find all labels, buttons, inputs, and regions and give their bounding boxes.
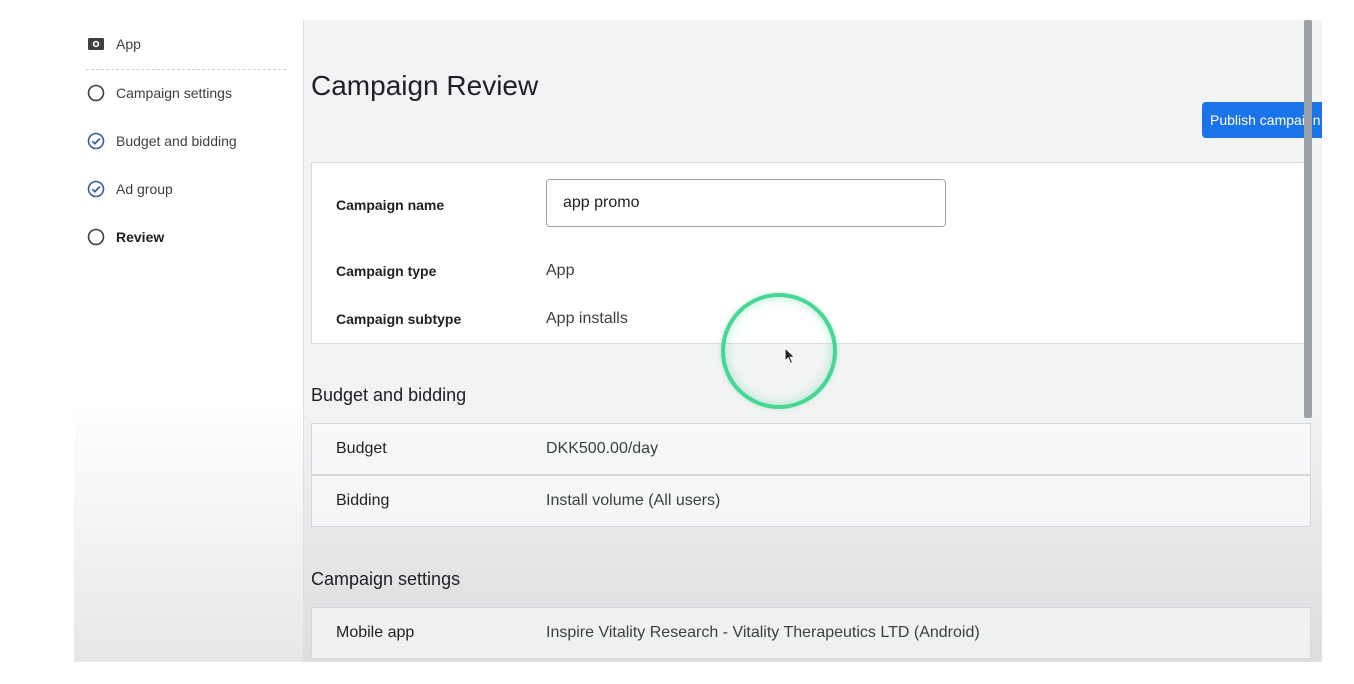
- sidebar-item-label: App: [116, 36, 141, 52]
- campaign-type-label: Campaign type: [336, 263, 437, 279]
- sidebar-divider: [86, 69, 286, 70]
- campaign-name-label: Campaign name: [336, 197, 445, 213]
- sidebar-item-app[interactable]: App: [86, 34, 141, 54]
- mouse-pointer-icon: [784, 347, 796, 365]
- sidebar-item-budget-and-bidding[interactable]: Budget and bidding: [86, 131, 237, 151]
- sidebar-item-label: Ad group: [116, 181, 173, 197]
- budget-section-heading: Budget and bidding: [311, 385, 467, 405]
- step-sidebar: App Campaign settings Budget and bidding…: [74, 20, 304, 662]
- sidebar-item-ad-group[interactable]: Ad group: [86, 179, 173, 199]
- budget-row[interactable]: Budget DKK500.00/day: [311, 423, 1311, 475]
- sidebar-item-campaign-settings[interactable]: Campaign settings: [86, 83, 232, 103]
- mobile-app-label: Mobile app: [336, 624, 415, 641]
- campaign-type-value: App: [546, 262, 575, 279]
- bidding-value: Install volume (All users): [546, 492, 721, 509]
- budget-label: Budget: [336, 440, 387, 457]
- mobile-app-value: Inspire Vitality Research - Vitality The…: [546, 624, 980, 641]
- campaign-subtype-label: Campaign subtype: [336, 311, 462, 327]
- sidebar-item-label: Campaign settings: [116, 85, 232, 101]
- campaign-name-input[interactable]: [546, 179, 946, 227]
- vertical-scrollbar[interactable]: [1304, 20, 1312, 418]
- mobile-app-row[interactable]: Mobile app Inspire Vitality Research - V…: [311, 607, 1311, 659]
- sidebar-item-review[interactable]: Review: [86, 227, 164, 247]
- page-title: Campaign Review: [311, 70, 539, 101]
- bidding-row[interactable]: Bidding Install volume (All users): [311, 475, 1311, 527]
- sidebar-item-label: Budget and bidding: [116, 133, 237, 149]
- app-window: App Campaign settings Budget and bidding…: [74, 20, 1322, 662]
- bidding-label: Bidding: [336, 492, 390, 509]
- check-circle-icon: [86, 179, 106, 199]
- circle-icon: [86, 227, 106, 247]
- campaign-subtype-value: App installs: [546, 310, 628, 327]
- check-circle-icon: [86, 131, 106, 151]
- campaign-settings-heading: Campaign settings: [311, 569, 461, 589]
- app-icon: [86, 34, 106, 54]
- circle-icon: [86, 83, 106, 103]
- budget-value: DKK500.00/day: [546, 440, 659, 457]
- sidebar-item-label: Review: [116, 229, 165, 245]
- click-highlight-ring: [721, 293, 837, 409]
